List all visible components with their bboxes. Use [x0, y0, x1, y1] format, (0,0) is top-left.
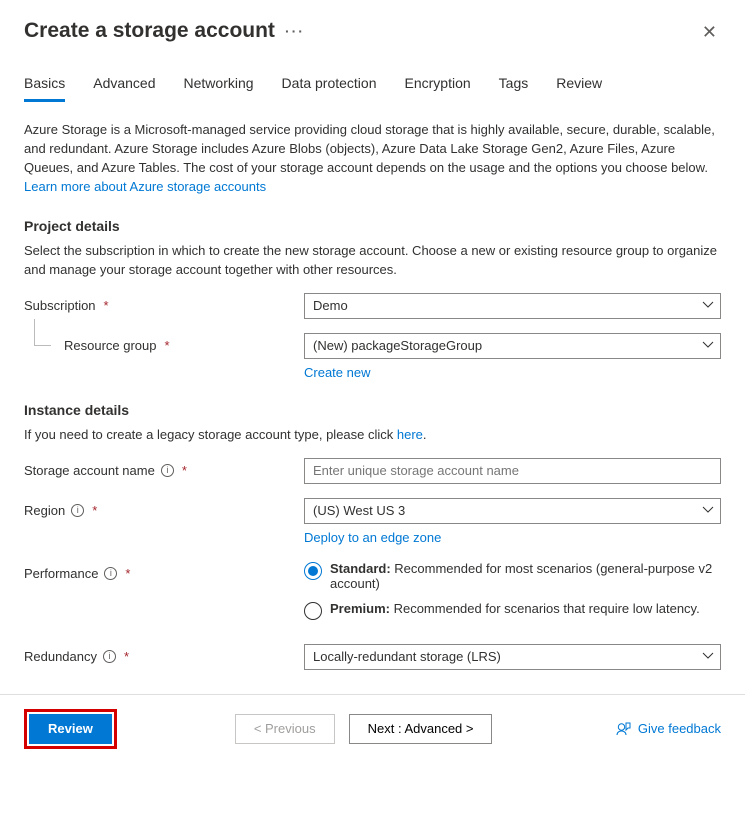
tab-advanced[interactable]: Advanced — [93, 75, 155, 102]
radio-unselected-icon — [304, 602, 322, 620]
feedback-icon — [616, 721, 632, 737]
info-icon[interactable]: i — [104, 567, 117, 580]
tab-bar: Basics Advanced Networking Data protecti… — [24, 75, 721, 103]
review-button[interactable]: Review — [29, 714, 112, 744]
tab-review[interactable]: Review — [556, 75, 602, 102]
give-feedback-link[interactable]: Give feedback — [616, 721, 721, 737]
info-icon[interactable]: i — [71, 504, 84, 517]
project-details-heading: Project details — [24, 218, 721, 234]
intro-body: Azure Storage is a Microsoft-managed ser… — [24, 122, 715, 175]
storage-account-name-label: Storage account name i * — [24, 458, 304, 478]
tab-encryption[interactable]: Encryption — [405, 75, 471, 102]
storage-account-name-placeholder: Enter unique storage account name — [313, 463, 519, 478]
tab-data-protection[interactable]: Data protection — [282, 75, 377, 102]
resource-group-select[interactable]: (New) packageStorageGroup — [304, 333, 721, 359]
chevron-down-icon — [702, 504, 714, 519]
performance-standard-text: Standard: Recommended for most scenarios… — [330, 561, 721, 591]
redundancy-label: Redundancy i * — [24, 644, 304, 664]
footer: Review < Previous Next : Advanced > Give… — [0, 695, 745, 765]
resource-group-label: Resource group* — [24, 333, 304, 353]
region-value: (US) West US 3 — [313, 503, 405, 518]
info-icon[interactable]: i — [161, 464, 174, 477]
more-actions-icon[interactable]: ··· — [285, 23, 305, 39]
page-title: Create a storage account ··· — [24, 19, 305, 43]
learn-more-link[interactable]: Learn more about Azure storage accounts — [24, 179, 266, 194]
performance-premium-text: Premium: Recommended for scenarios that … — [330, 601, 700, 616]
redundancy-select[interactable]: Locally-redundant storage (LRS) — [304, 644, 721, 670]
tab-basics[interactable]: Basics — [24, 75, 65, 102]
legacy-note: If you need to create a legacy storage a… — [24, 426, 721, 444]
subscription-select[interactable]: Demo — [304, 293, 721, 319]
previous-button: < Previous — [235, 714, 335, 744]
tab-networking[interactable]: Networking — [184, 75, 254, 102]
page-title-text: Create a storage account — [24, 19, 275, 43]
review-button-highlight: Review — [24, 709, 117, 749]
instance-details-heading: Instance details — [24, 402, 721, 418]
storage-account-name-input[interactable]: Enter unique storage account name — [304, 458, 721, 484]
project-details-desc: Select the subscription in which to crea… — [24, 242, 721, 278]
legacy-here-link[interactable]: here — [397, 427, 423, 442]
next-button[interactable]: Next : Advanced > — [349, 714, 493, 744]
redundancy-value: Locally-redundant storage (LRS) — [313, 649, 501, 664]
subscription-label: Subscription* — [24, 293, 304, 313]
deploy-edge-link[interactable]: Deploy to an edge zone — [304, 530, 441, 545]
resource-group-value: (New) packageStorageGroup — [313, 338, 482, 353]
create-new-link[interactable]: Create new — [304, 365, 370, 380]
performance-premium-radio[interactable]: Premium: Recommended for scenarios that … — [304, 601, 721, 620]
intro-text: Azure Storage is a Microsoft-managed ser… — [24, 121, 721, 196]
performance-label: Performance i * — [24, 561, 304, 581]
give-feedback-label: Give feedback — [638, 721, 721, 736]
close-icon[interactable]: ✕ — [698, 18, 721, 47]
tab-tags[interactable]: Tags — [499, 75, 529, 102]
region-label: Region i * — [24, 498, 304, 518]
performance-standard-radio[interactable]: Standard: Recommended for most scenarios… — [304, 561, 721, 591]
info-icon[interactable]: i — [103, 650, 116, 663]
radio-selected-icon — [304, 562, 322, 580]
region-select[interactable]: (US) West US 3 — [304, 498, 721, 524]
chevron-down-icon — [702, 339, 714, 354]
subscription-value: Demo — [313, 298, 348, 313]
chevron-down-icon — [702, 299, 714, 314]
chevron-down-icon — [702, 650, 714, 665]
